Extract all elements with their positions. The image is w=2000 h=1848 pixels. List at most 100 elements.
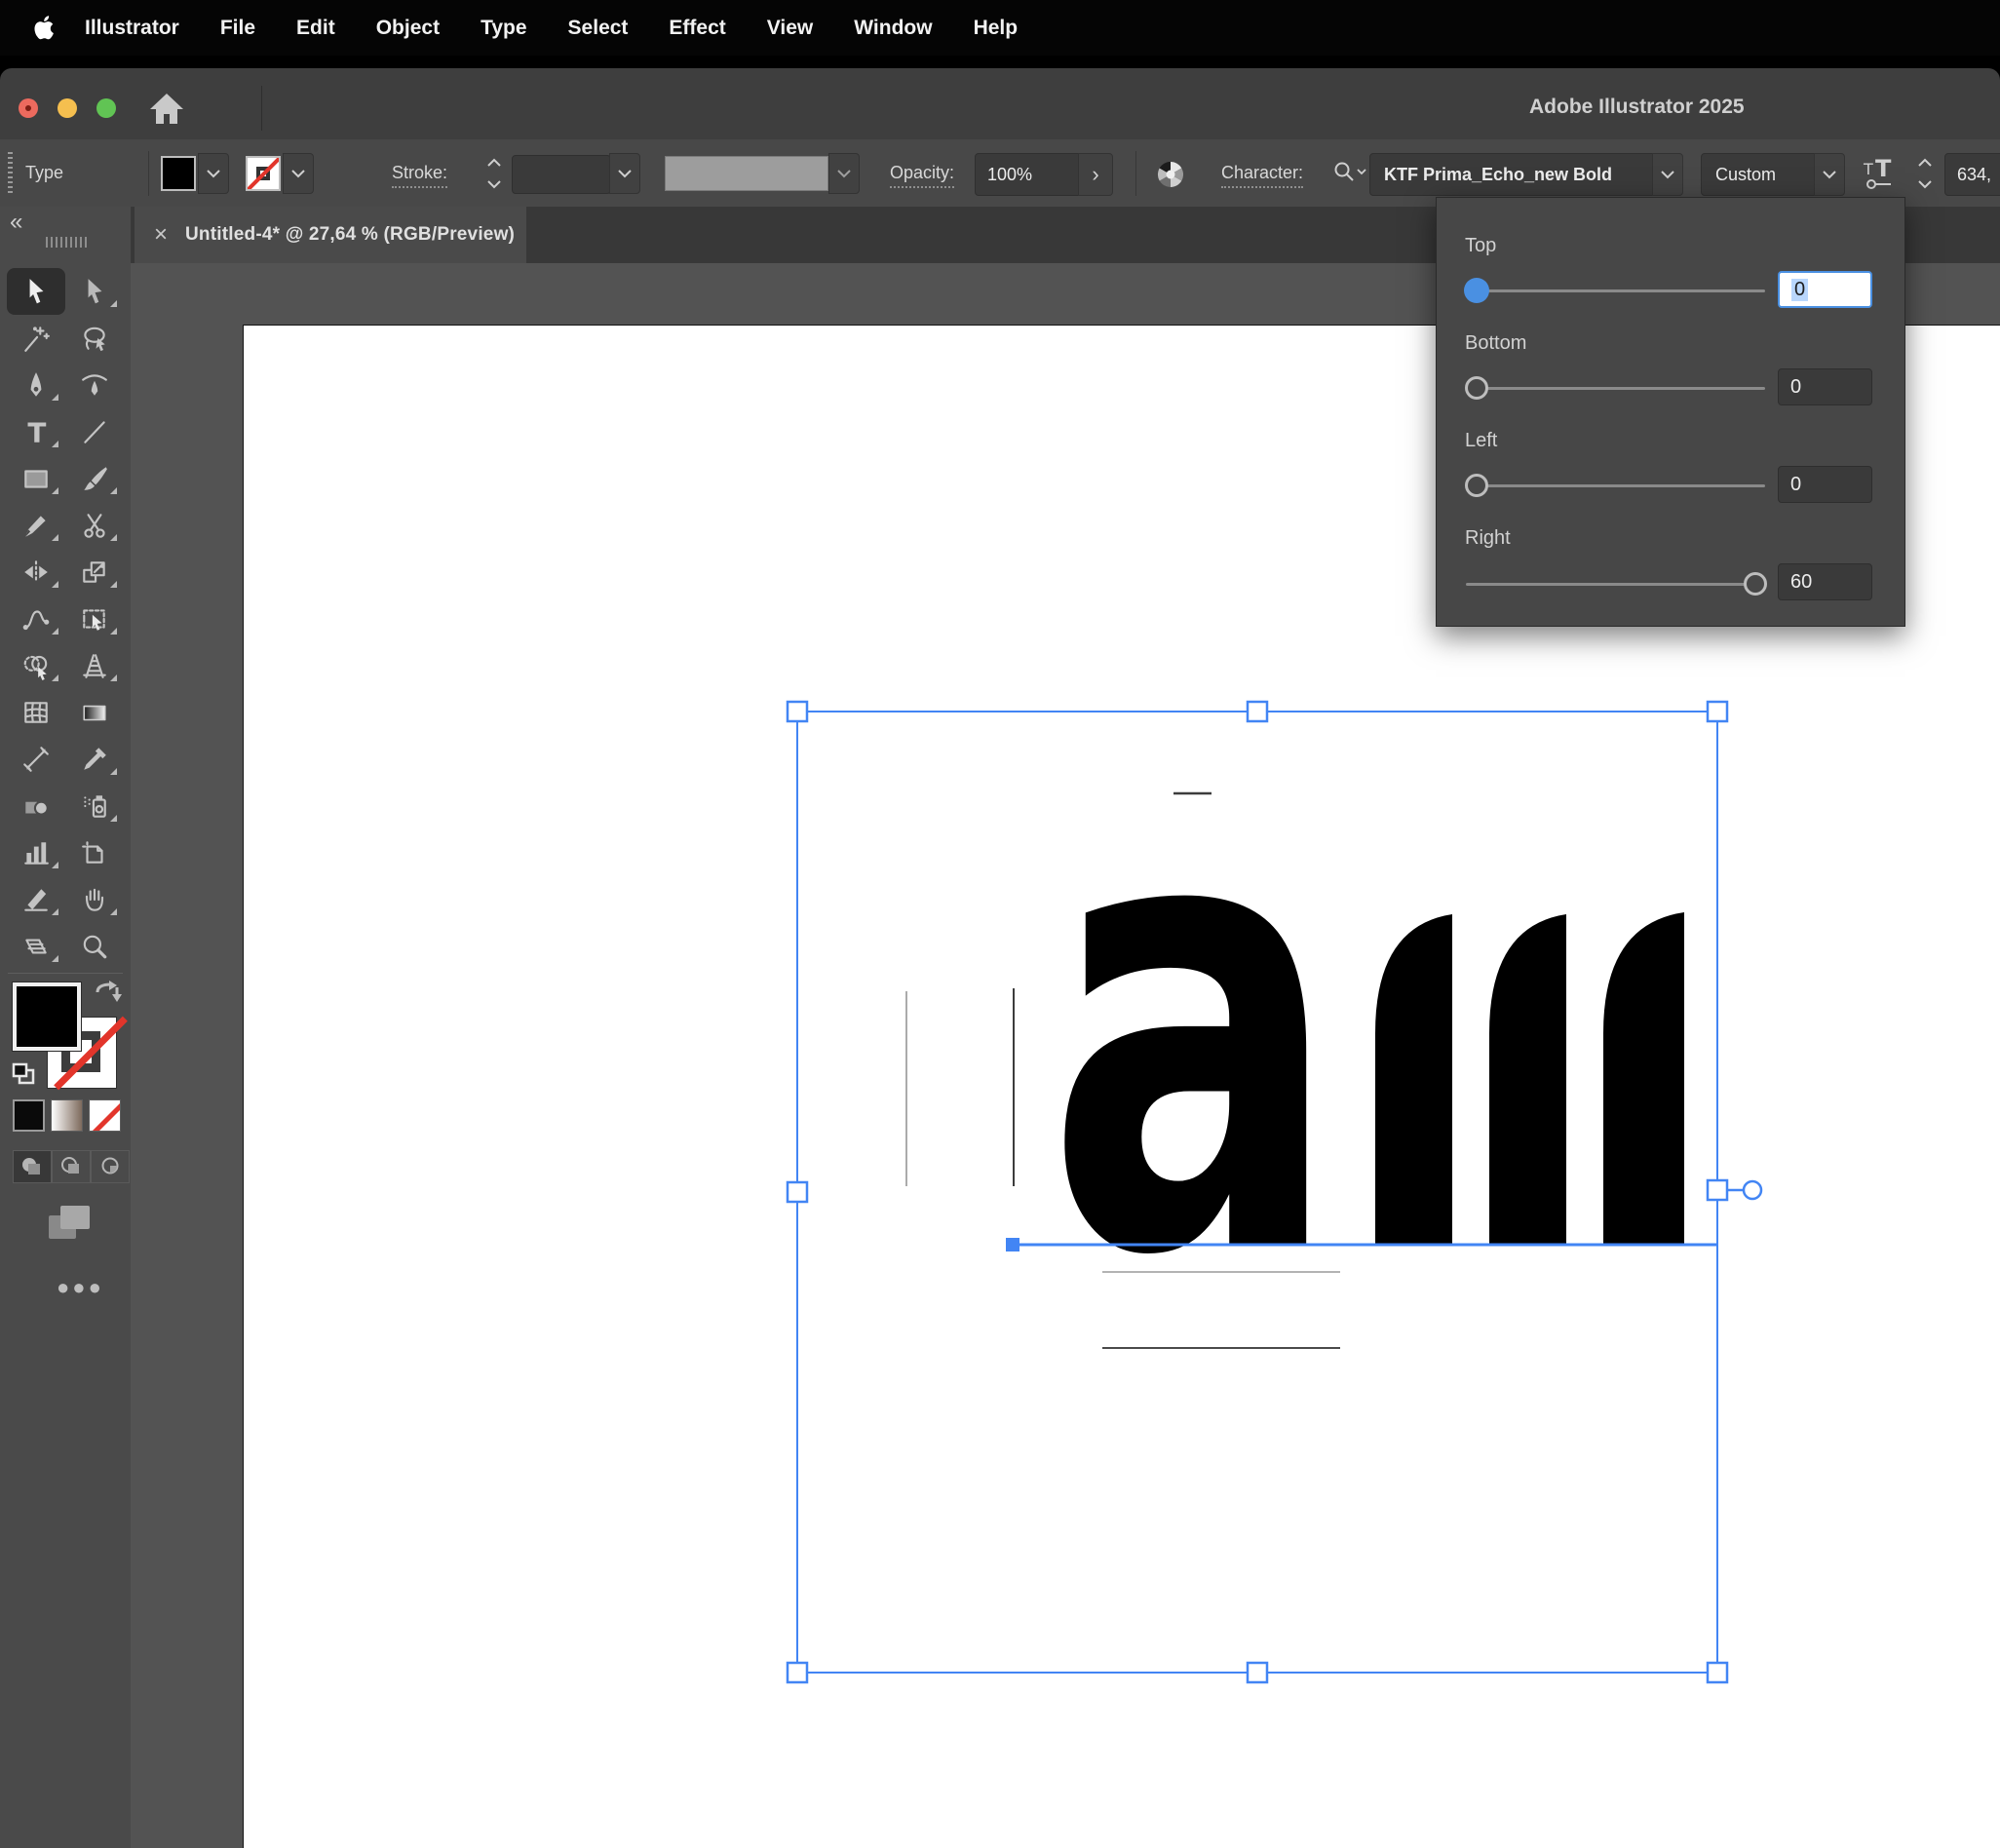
close-tab-icon[interactable]: × xyxy=(154,221,168,249)
symbol-sprayer-tool[interactable] xyxy=(65,783,124,829)
font-style-dropdown[interactable] xyxy=(1814,153,1845,196)
minimize-window-button[interactable] xyxy=(58,98,77,118)
menu-item-edit[interactable]: Edit xyxy=(276,17,356,40)
slider-track-right[interactable] xyxy=(1466,583,1765,586)
stroke-color-swatch[interactable] xyxy=(246,156,281,191)
font-family-dropdown[interactable] xyxy=(1652,153,1683,196)
menu-item-file[interactable]: File xyxy=(200,17,276,40)
line-segment-tool[interactable] xyxy=(65,408,124,455)
stroke-weight-label[interactable]: Stroke: xyxy=(392,163,447,188)
default-fill-stroke-icon[interactable] xyxy=(12,1062,37,1086)
character-label[interactable]: Character: xyxy=(1221,163,1303,188)
input-right[interactable]: 60 xyxy=(1778,563,1872,600)
free-transform-tool[interactable] xyxy=(65,596,124,642)
width-tool[interactable] xyxy=(7,596,65,642)
draw-behind-mode-button[interactable] xyxy=(52,1150,91,1183)
input-bottom[interactable]: 0 xyxy=(1778,368,1872,405)
type-tool[interactable]: T xyxy=(7,408,65,455)
document-tab[interactable]: × Untitled-4* @ 27,64 % (RGB/Preview) xyxy=(135,207,526,263)
menu-item-illustrator[interactable]: Illustrator xyxy=(64,17,200,40)
stroke-color-dropdown[interactable] xyxy=(283,153,314,194)
gradient-button[interactable] xyxy=(51,1099,83,1132)
scissors-tool[interactable] xyxy=(65,502,124,549)
slider-thumb-right[interactable] xyxy=(1744,572,1767,596)
font-size-field[interactable]: 634, xyxy=(1944,153,2000,196)
width-profile-swatch[interactable] xyxy=(665,156,828,191)
mesh-tool[interactable] xyxy=(7,689,65,736)
paintbrush-tool[interactable] xyxy=(65,455,124,502)
rectangle-tool[interactable] xyxy=(7,455,65,502)
menu-item-effect[interactable]: Effect xyxy=(648,17,746,40)
menu-item-object[interactable]: Object xyxy=(356,17,460,40)
draw-normal-mode-button[interactable] xyxy=(13,1150,52,1183)
opacity-more-button[interactable]: › xyxy=(1078,153,1113,196)
curvature-tool[interactable] xyxy=(65,362,124,408)
column-graph-tool[interactable] xyxy=(7,829,65,876)
menu-item-type[interactable]: Type xyxy=(460,17,547,40)
gradient-tool[interactable] xyxy=(65,689,124,736)
stroke-weight-stepper[interactable] xyxy=(482,155,506,192)
fill-color-dropdown[interactable] xyxy=(198,153,229,194)
artboard-tool[interactable] xyxy=(65,829,124,876)
font-size-stepper[interactable] xyxy=(1913,155,1937,192)
collapse-toolbar-button[interactable]: « xyxy=(10,209,20,236)
zoom-window-button[interactable] xyxy=(96,98,116,118)
magic-wand-tool[interactable] xyxy=(7,315,65,362)
slider-thumb-top[interactable] xyxy=(1464,278,1489,303)
font-style-field[interactable]: Custom xyxy=(1701,153,1829,196)
toolbar: T xyxy=(0,263,132,1848)
blend-tool[interactable] xyxy=(7,783,65,829)
measure-tool[interactable] xyxy=(7,736,65,783)
titlebar-divider xyxy=(261,86,262,131)
swap-fill-stroke-icon[interactable] xyxy=(94,981,123,1013)
fill-indicator[interactable] xyxy=(13,982,81,1051)
recolor-artwork-icon[interactable] xyxy=(1156,160,1185,189)
home-icon[interactable] xyxy=(148,91,185,126)
input-top[interactable]: 0 xyxy=(1778,271,1872,308)
stroke-weight-dropdown[interactable] xyxy=(609,153,640,194)
lasso-tool[interactable] xyxy=(65,315,124,362)
selection-tool[interactable] xyxy=(7,268,65,315)
slider-track-left[interactable] xyxy=(1476,484,1765,487)
width-profile-dropdown[interactable] xyxy=(828,153,860,194)
divider xyxy=(1135,151,1136,196)
direct-selection-tool[interactable] xyxy=(65,268,124,315)
menu-item-help[interactable]: Help xyxy=(953,17,1039,40)
stroke-weight-field[interactable] xyxy=(512,155,611,194)
fill-color-swatch[interactable] xyxy=(161,156,196,191)
apple-icon[interactable] xyxy=(33,16,55,41)
menu-item-window[interactable]: Window xyxy=(833,17,952,40)
slider-thumb-left[interactable] xyxy=(1465,474,1488,497)
print-tiling-tool[interactable] xyxy=(7,923,65,970)
input-left[interactable]: 0 xyxy=(1778,466,1872,503)
slider-track-top[interactable] xyxy=(1476,289,1765,292)
reflect-tool[interactable] xyxy=(7,549,65,596)
eyedropper-tool[interactable] xyxy=(65,736,124,783)
perspective-grid-tool[interactable] xyxy=(65,642,124,689)
font-search-icon[interactable] xyxy=(1333,161,1366,182)
fill-color-button[interactable] xyxy=(13,1099,45,1132)
panel-drag-handle[interactable] xyxy=(8,152,13,195)
toolbar-header: « xyxy=(0,207,132,263)
close-window-button[interactable] xyxy=(19,98,38,118)
toolbar-drag-ribs[interactable] xyxy=(46,237,87,248)
zoom-tool[interactable] xyxy=(65,923,124,970)
slice-tool[interactable] xyxy=(7,876,65,923)
pencil-tool[interactable] xyxy=(7,502,65,549)
pen-tool[interactable] xyxy=(7,362,65,408)
scale-tool[interactable] xyxy=(65,549,124,596)
menu-item-select[interactable]: Select xyxy=(548,17,649,40)
menu-item-view[interactable]: View xyxy=(747,17,833,40)
none-button[interactable] xyxy=(89,1099,121,1132)
slider-thumb-bottom[interactable] xyxy=(1465,376,1488,400)
hand-tool[interactable] xyxy=(65,876,124,923)
font-family-field[interactable]: KTF Prima_Echo_new Bold xyxy=(1369,153,1668,196)
shape-builder-tool[interactable] xyxy=(7,642,65,689)
slider-label-top: Top xyxy=(1465,235,1496,257)
slider-track-bottom[interactable] xyxy=(1476,387,1765,390)
opacity-label[interactable]: Opacity: xyxy=(890,163,954,188)
edit-toolbar-icon[interactable]: ●●● xyxy=(57,1275,104,1300)
screen-mode-icon[interactable] xyxy=(47,1204,92,1248)
opacity-field[interactable]: 100% xyxy=(975,153,1092,196)
draw-inside-mode-button[interactable] xyxy=(91,1150,130,1183)
